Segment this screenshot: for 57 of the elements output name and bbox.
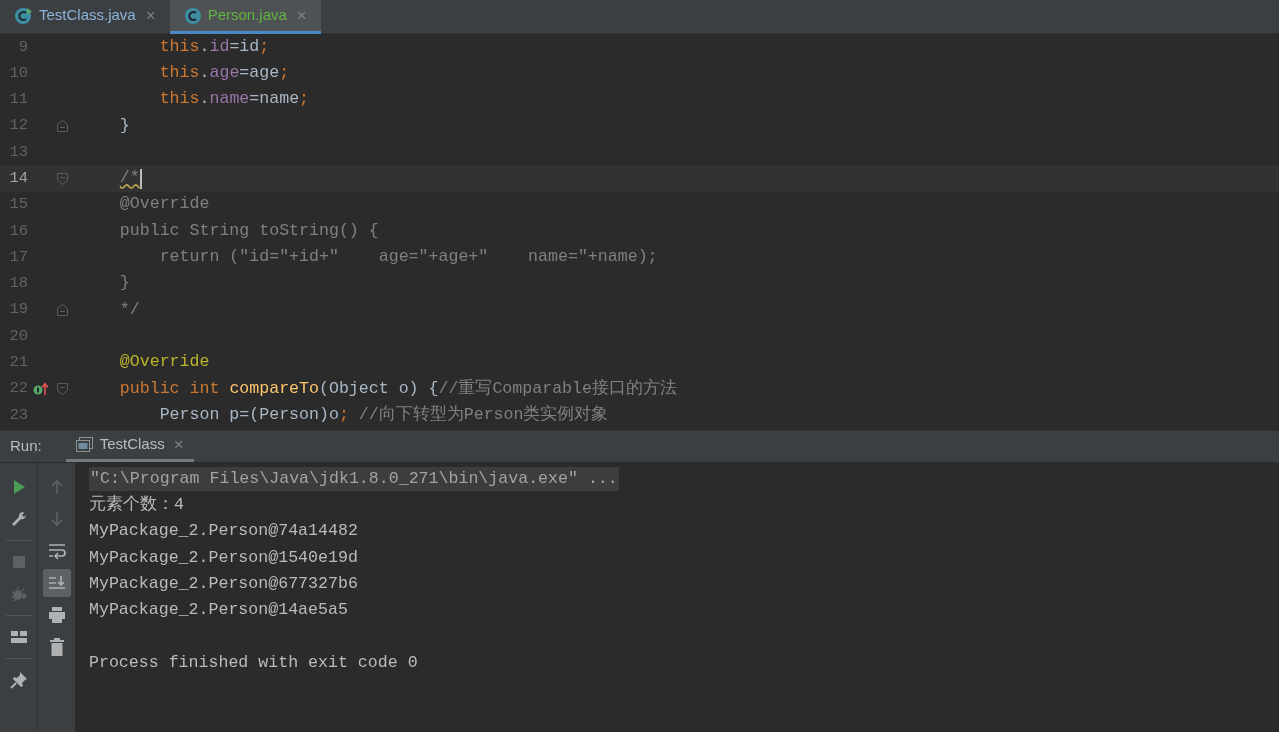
- code-line: @Override: [118, 193, 210, 216]
- layout-icon[interactable]: [9, 628, 28, 646]
- fold-end-icon[interactable]: [57, 120, 68, 133]
- scroll-to-end-icon[interactable]: [47, 574, 66, 592]
- fold-icon[interactable]: [57, 172, 68, 185]
- print-icon[interactable]: [47, 606, 66, 624]
- console-output: Process finished with exit code 0: [89, 651, 418, 674]
- run-tab[interactable]: TestClass ×: [65, 430, 194, 462]
- close-icon[interactable]: ×: [173, 431, 184, 458]
- code-line: }: [118, 114, 130, 137]
- tab-label: TestClass: [99, 434, 165, 455]
- code-line: /*: [118, 167, 140, 190]
- line-number: 23: [8, 404, 28, 426]
- code-line: public String toString() {: [118, 219, 379, 242]
- close-icon[interactable]: ×: [296, 2, 307, 29]
- code-line: }: [118, 272, 130, 295]
- line-number: 20: [8, 325, 28, 347]
- console-output: 元素个数：4: [89, 494, 184, 516]
- line-number: 17: [8, 246, 28, 268]
- line-number: 22: [8, 378, 28, 400]
- code-line: return ("id="+id+" age="+age+" name="+name);: [158, 246, 658, 269]
- line-number: 19: [8, 299, 28, 321]
- tab-label: TestClass.java: [39, 5, 136, 26]
- code-line: public int compareTo(Object o) {//重写Comparable接口的方法: [118, 377, 677, 400]
- editor-tab[interactable]: Person.java ×: [169, 0, 321, 34]
- implements-icon[interactable]: [32, 382, 49, 396]
- editor-tab[interactable]: TestClass.java ×: [0, 0, 170, 34]
- soft-wrap-icon[interactable]: [47, 542, 66, 560]
- console-output: MyPackage_2.Person@74a14482: [89, 520, 358, 543]
- panel-label: Run:: [9, 435, 43, 456]
- pin-icon[interactable]: [9, 671, 28, 689]
- line-number: 21: [8, 352, 28, 374]
- code-line: this.age=age;: [158, 62, 290, 84]
- fold-icon[interactable]: [57, 383, 68, 395]
- console-output: MyPackage_2.Person@14ae5a5: [89, 599, 348, 622]
- code-line: @Override: [118, 351, 210, 374]
- line-number: 10: [8, 62, 28, 84]
- code-line: this.name=name;: [158, 88, 310, 111]
- code-line: this.id=id;: [158, 35, 270, 58]
- line-number: 18: [8, 273, 28, 295]
- line-number: 14: [8, 168, 28, 189]
- line-number: 16: [8, 220, 28, 242]
- console-output: MyPackage_2.Person@1540e19d: [89, 546, 358, 569]
- console-icon: [75, 437, 93, 452]
- code-line: */: [118, 298, 140, 321]
- console-output: MyPackage_2.Person@677327b6: [89, 572, 358, 595]
- code-line: Person p=(Person)o; //向下转型为Person类实例对象: [158, 403, 609, 426]
- trash-icon[interactable]: [47, 638, 66, 656]
- close-icon[interactable]: ×: [145, 2, 156, 29]
- line-number: 13: [8, 141, 28, 163]
- line-number: 12: [8, 115, 28, 137]
- line-number: 9: [17, 36, 28, 58]
- tab-label: Person.java: [207, 5, 287, 26]
- fold-end-icon[interactable]: [57, 304, 68, 317]
- line-number: 15: [8, 194, 28, 216]
- line-number: 11: [8, 89, 28, 111]
- text-cursor: [139, 168, 142, 189]
